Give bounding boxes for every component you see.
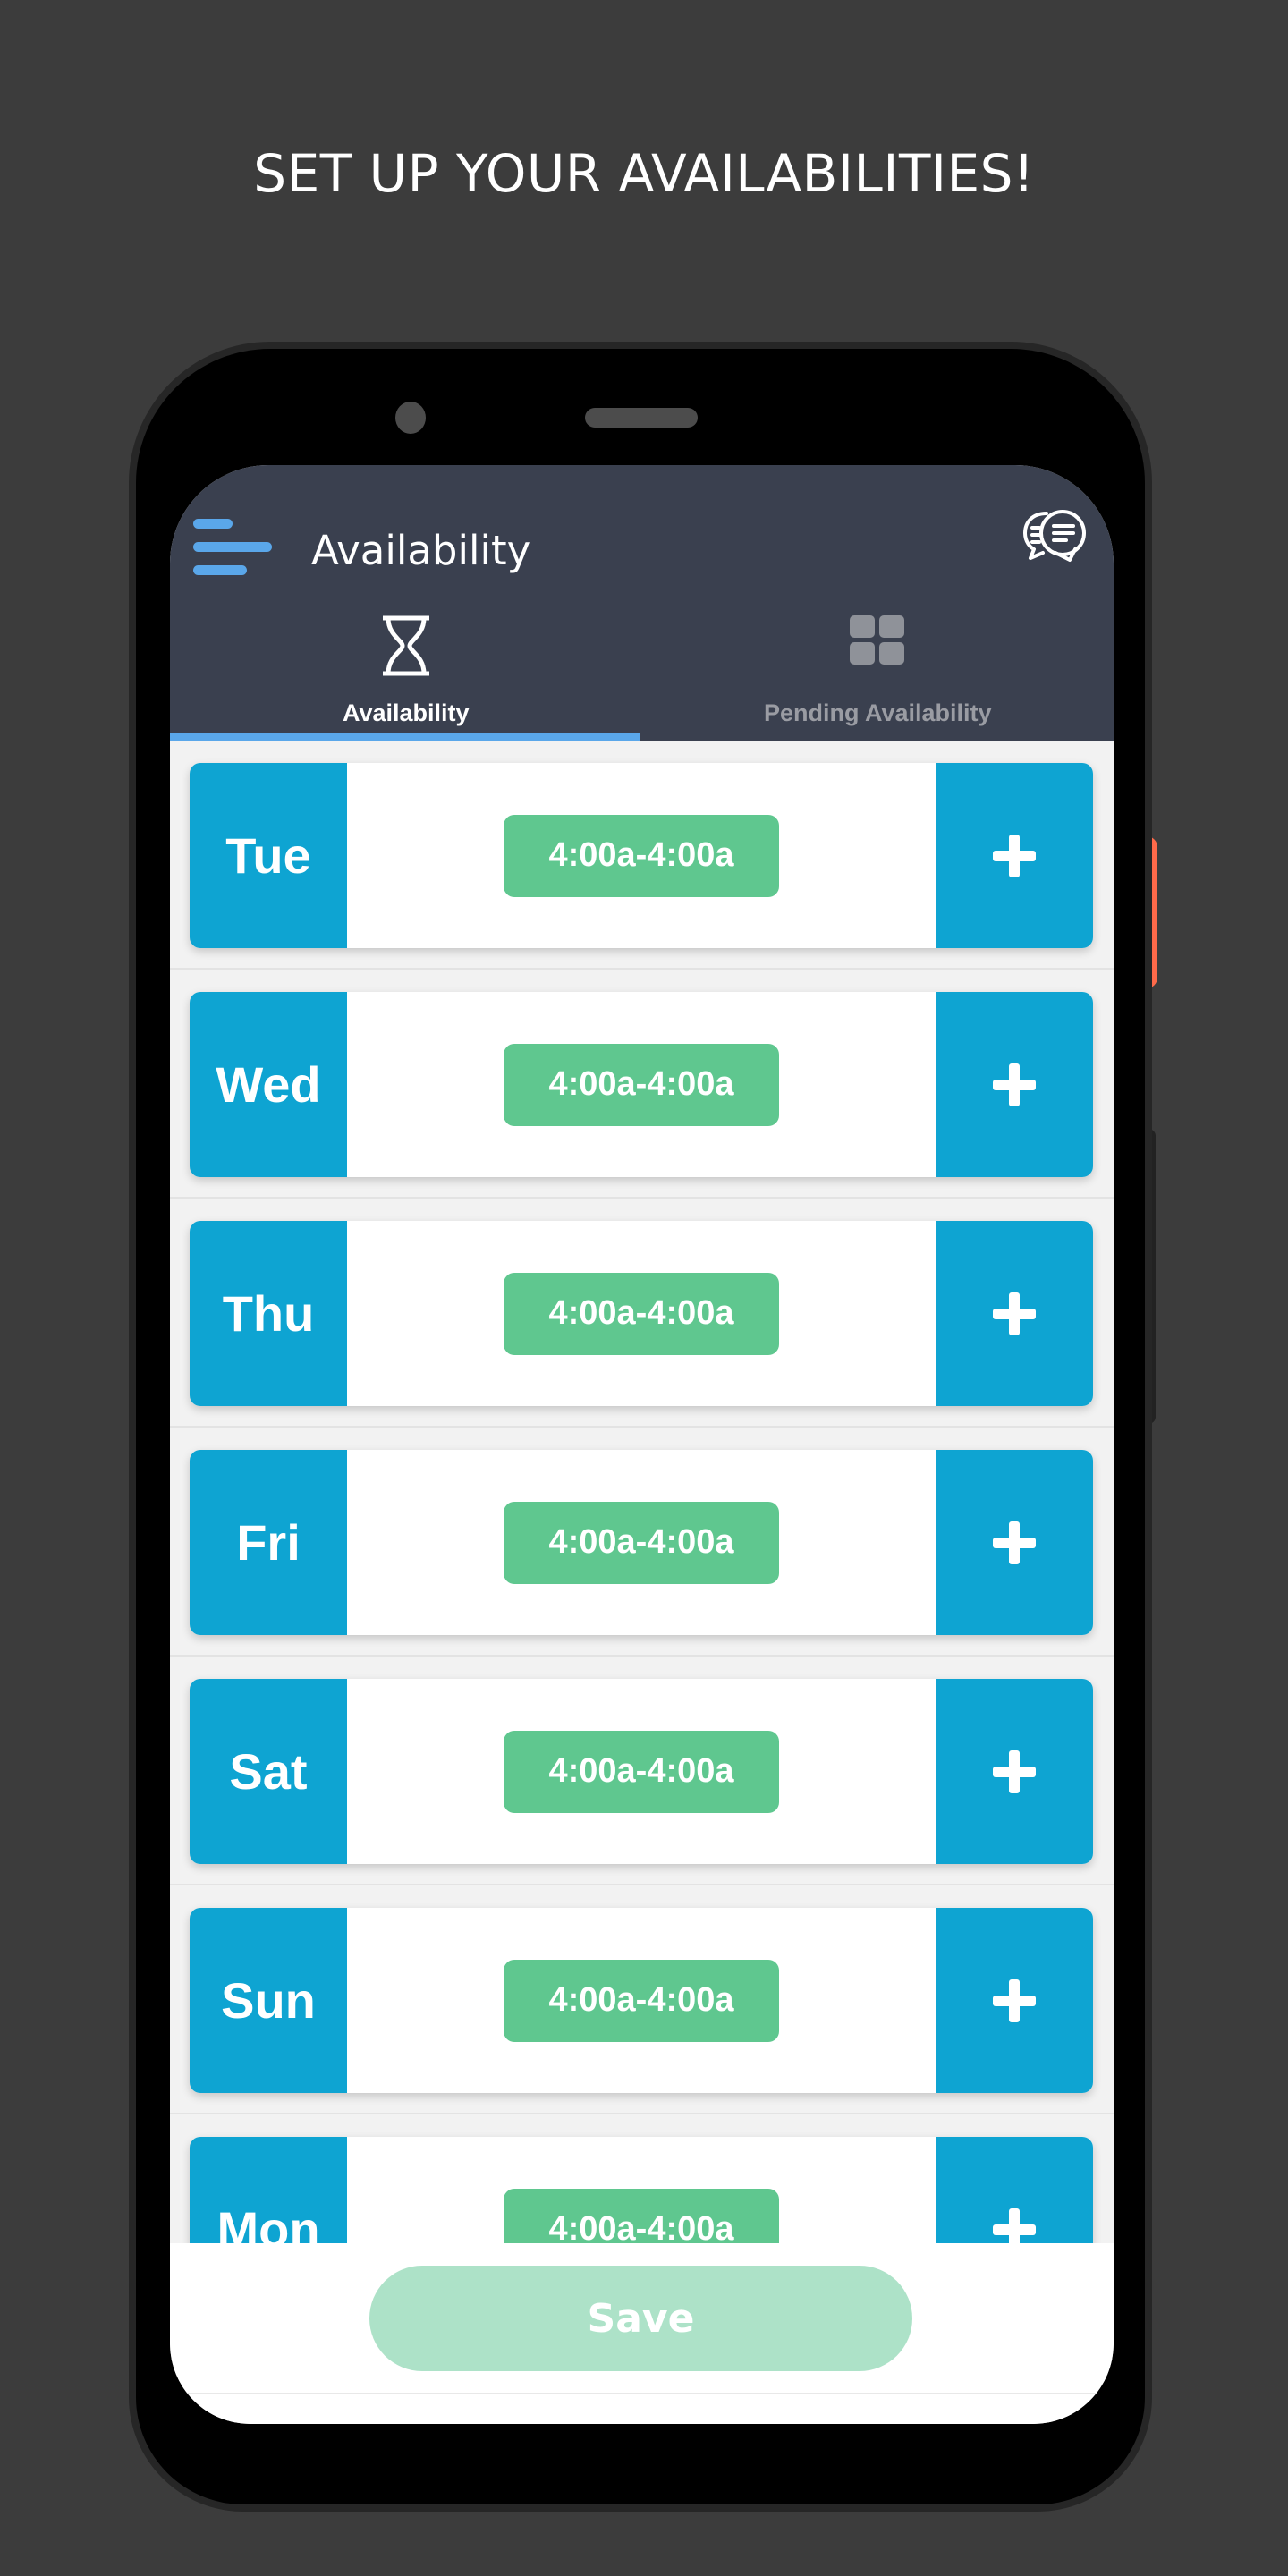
add-slot-button[interactable] [936, 1221, 1093, 1406]
tab-label: Availability [342, 699, 470, 726]
phone-power-button [1143, 836, 1157, 988]
day-row: Tue 4:00a-4:00a [170, 741, 1114, 970]
day-card: Sun 4:00a-4:00a [190, 1908, 1093, 2093]
day-card: Wed 4:00a-4:00a [190, 992, 1093, 1177]
day-label: Wed [190, 992, 347, 1177]
plus-icon [993, 1292, 1036, 1335]
page-title: Availability [311, 527, 531, 574]
time-slot-chip[interactable]: 4:00a-4:00a [504, 1043, 779, 1126]
day-card: Fri 4:00a-4:00a [190, 1450, 1093, 1635]
add-slot-button[interactable] [936, 1908, 1093, 2093]
slot-area: 4:00a-4:00a [347, 992, 936, 1177]
time-slot-chip[interactable]: 4:00a-4:00a [504, 814, 779, 897]
add-slot-button[interactable] [936, 1679, 1093, 1864]
app-header: Availability Availability Pending Availa… [170, 465, 1114, 741]
tab-bar: Availability Pending Availability [170, 599, 1114, 741]
day-card: Sat 4:00a-4:00a [190, 1679, 1093, 1864]
time-slot-chip[interactable]: 4:00a-4:00a [504, 2188, 779, 2243]
plus-icon [993, 1750, 1036, 1793]
day-card: Thu 4:00a-4:00a [190, 1221, 1093, 1406]
plus-icon [993, 1063, 1036, 1106]
slot-area: 4:00a-4:00a [347, 763, 936, 948]
plus-icon [993, 2207, 1036, 2243]
add-slot-button[interactable] [936, 1450, 1093, 1635]
day-row: Fri 4:00a-4:00a [170, 1428, 1114, 1657]
day-label: Tue [190, 763, 347, 948]
time-slot-chip[interactable]: 4:00a-4:00a [504, 1501, 779, 1584]
grid-icon [850, 615, 905, 669]
front-camera [395, 402, 426, 434]
day-row: Thu 4:00a-4:00a [170, 1199, 1114, 1428]
add-slot-button[interactable] [936, 763, 1093, 948]
slot-area: 4:00a-4:00a [347, 1908, 936, 2093]
day-label: Mon [190, 2137, 347, 2243]
availability-list[interactable]: Tue 4:00a-4:00a Wed 4:00a-4:00a Thu 4:00a-4:0… [170, 741, 1114, 2243]
day-label: Thu [190, 1221, 347, 1406]
slot-area: 4:00a-4:00a [347, 1221, 936, 1406]
day-label: Fri [190, 1450, 347, 1635]
chat-bubbles-icon[interactable] [1021, 508, 1089, 569]
time-slot-chip[interactable]: 4:00a-4:00a [504, 1959, 779, 2042]
tab-pending-availability[interactable]: Pending Availability [642, 599, 1114, 741]
day-card: Tue 4:00a-4:00a [190, 763, 1093, 948]
day-row: Wed 4:00a-4:00a [170, 970, 1114, 1199]
time-slot-chip[interactable]: 4:00a-4:00a [504, 1730, 779, 1813]
day-row: Sun 4:00a-4:00a [170, 1885, 1114, 2114]
save-button[interactable]: Save [369, 2266, 912, 2371]
app-screen: Availability Availability Pending Availa… [170, 465, 1114, 2424]
add-slot-button[interactable] [936, 2137, 1093, 2243]
time-slot-chip[interactable]: 4:00a-4:00a [504, 1272, 779, 1355]
tab-availability[interactable]: Availability [170, 599, 642, 741]
phone-volume-button [1145, 1129, 1156, 1424]
hourglass-icon [381, 615, 431, 680]
hamburger-menu-icon[interactable] [193, 508, 274, 580]
footer-bar: Save [170, 2243, 1114, 2424]
slot-area: 4:00a-4:00a [347, 1450, 936, 1635]
slot-area: 4:00a-4:00a [347, 1679, 936, 1864]
earpiece-speaker [585, 408, 698, 428]
plus-icon [993, 1521, 1036, 1564]
footer-divider [170, 2393, 1114, 2394]
day-label: Sun [190, 1908, 347, 2093]
add-slot-button[interactable] [936, 992, 1093, 1177]
day-row: Sat 4:00a-4:00a [170, 1657, 1114, 1885]
plus-icon [993, 834, 1036, 877]
tab-label: Pending Availability [763, 699, 992, 726]
slot-area: 4:00a-4:00a [347, 2137, 936, 2243]
plus-icon [993, 1979, 1036, 2022]
day-label: Sat [190, 1679, 347, 1864]
promo-title: SET UP YOUR AVAILABILITIES! [253, 143, 1035, 204]
day-row: Mon 4:00a-4:00a [170, 2114, 1114, 2243]
active-tab-indicator [170, 733, 640, 741]
day-card: Mon 4:00a-4:00a [190, 2137, 1093, 2243]
